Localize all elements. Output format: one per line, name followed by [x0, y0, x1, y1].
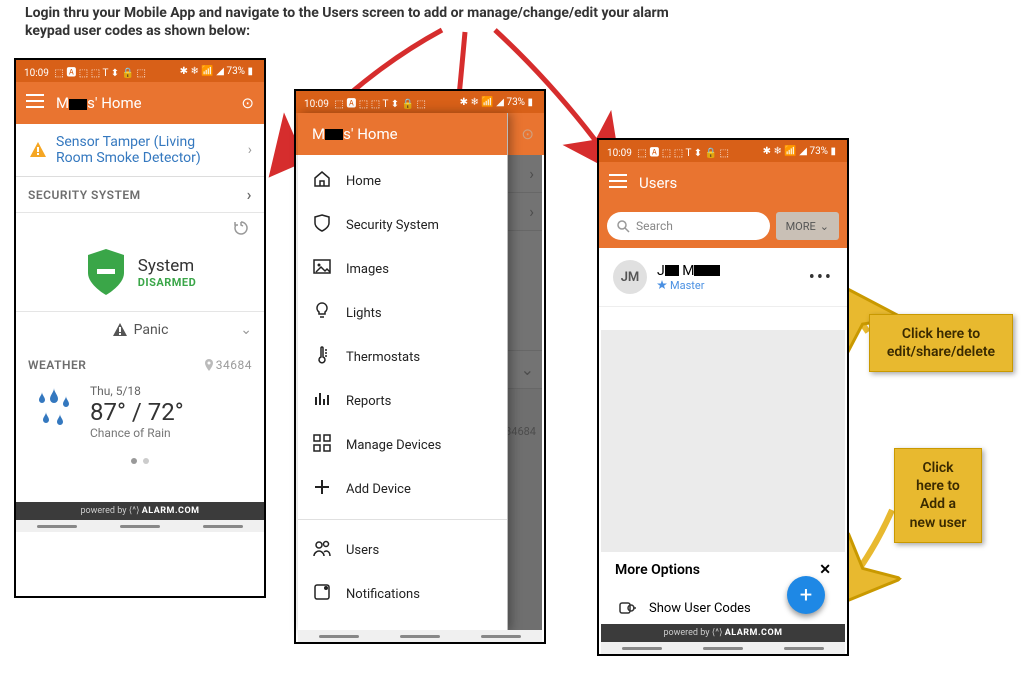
- plus-icon: +: [800, 583, 812, 608]
- menu-item-label: Thermostats: [346, 350, 420, 365]
- menu-item-label: Manage Devices: [346, 438, 441, 453]
- status-bar: 10:09 ⬚ 🅰 ⬚ ⬚ T ⬍ 🔒 ⬚ ✱ ❄ 📶 ◢ 73% ▮: [599, 140, 847, 162]
- rain-icon: [34, 386, 80, 438]
- menu-item-lights[interactable]: Lights: [298, 291, 507, 335]
- menu-item-label: Users: [346, 543, 379, 558]
- menu-item-label: Security System: [346, 218, 439, 233]
- panic-button[interactable]: Panic ⌄: [16, 311, 264, 348]
- menu-item-label: Images: [346, 262, 389, 277]
- menu-item-users[interactable]: Users: [298, 528, 507, 572]
- menu-item-label: Add Device: [346, 482, 411, 497]
- nav-drawer: Ms' Home Home Security System Images Lights…: [298, 113, 508, 631]
- android-nav-bar: [601, 642, 845, 654]
- footer-brand: powered by ⟨^⟩ ALARM.COM: [601, 624, 845, 642]
- menu-item-label: Notifications: [346, 587, 420, 602]
- weather-body: Thu, 5/18 87° / 72° Chance of Rain: [16, 376, 264, 450]
- phone-menu-drawer: 10:09 ⬚ 🅰 ⬚ ⬚ T ⬍ 🔒 ⬚ ✱ ❄ 📶 ◢ 73% ▮ ⊙ › …: [294, 89, 546, 644]
- plus-icon: [312, 477, 332, 501]
- home-icon: [312, 169, 332, 193]
- bulb-icon: [312, 301, 332, 325]
- add-user-fab[interactable]: +: [787, 576, 825, 614]
- location-pin-icon: [204, 359, 214, 371]
- close-icon[interactable]: ✕: [819, 562, 831, 578]
- menu-item-rules[interactable]: Rules: [298, 616, 507, 631]
- weather-header[interactable]: WEATHER 34684: [16, 348, 264, 376]
- shield-disarmed-icon: [84, 247, 128, 297]
- security-system-header[interactable]: SECURITY SYSTEM ›: [16, 177, 264, 213]
- reports-icon: [312, 389, 332, 413]
- key-icon: [619, 600, 637, 616]
- image-icon: [312, 257, 332, 281]
- page-title: Ms' Home: [56, 94, 142, 112]
- search-input[interactable]: Search: [607, 212, 770, 240]
- phone-home: 10:09 ⬚ 🅰 ⬚ ⬚ T ⬍ 🔒 ⬚ ✱ ❄ 📶 ◢ 73% ▮ Ms' …: [14, 58, 266, 598]
- alert-sensor-tamper[interactable]: Sensor Tamper (LivingRoom Smoke Detector…: [16, 124, 264, 177]
- callout-edit-share-delete: Click here to edit/share/delete: [869, 314, 1013, 372]
- shield-icon: [312, 213, 332, 237]
- user-role: Master: [657, 279, 720, 292]
- drawer-title: Ms' Home: [298, 113, 507, 155]
- chevron-right-icon: ›: [248, 142, 252, 158]
- app-bar-users: Users: [599, 162, 847, 204]
- page-title-users: Users: [639, 174, 677, 192]
- menu-item-label: Lights: [346, 306, 382, 321]
- menu-item-reports[interactable]: Reports: [298, 379, 507, 423]
- star-icon: [657, 280, 667, 290]
- chevron-down-icon: ⌄: [240, 322, 252, 338]
- android-nav-bar: [16, 520, 264, 532]
- empty-area: [601, 330, 845, 561]
- menu-item-manage-devices[interactable]: Manage Devices: [298, 423, 507, 467]
- avatar: JM: [613, 260, 647, 294]
- thermo-icon: [312, 345, 332, 369]
- menu-item-images[interactable]: Images: [298, 247, 507, 291]
- footer-brand: powered by ⟨^⟩ ALARM.COM: [16, 502, 264, 520]
- chevron-down-icon: ⌄: [820, 220, 829, 233]
- user-row[interactable]: JM J M Master •••: [599, 248, 847, 307]
- more-options-title: More Options: [615, 562, 700, 578]
- menu-item-add-device[interactable]: Add Device: [298, 467, 507, 511]
- more-button[interactable]: MORE ⌄: [776, 212, 839, 240]
- hamburger-icon[interactable]: [609, 174, 627, 192]
- user-menu-dots-icon[interactable]: •••: [809, 267, 833, 288]
- search-icon: [617, 220, 630, 233]
- system-status-card[interactable]: System DISARMED: [16, 241, 264, 311]
- pager-dots: [16, 450, 264, 472]
- app-bar-home: Ms' Home ⊙: [16, 82, 264, 124]
- hamburger-icon[interactable]: [26, 94, 44, 112]
- android-nav-bar: [298, 630, 542, 642]
- user-name: J M: [657, 263, 720, 279]
- menu-item-home[interactable]: Home: [298, 159, 507, 203]
- search-bar: Search MORE ⌄: [599, 204, 847, 248]
- chevron-right-icon: ›: [247, 185, 252, 204]
- users-icon: [312, 538, 332, 562]
- history-icon[interactable]: [232, 219, 250, 241]
- callout-add-new-user: Click here to Add a new user: [894, 448, 982, 543]
- devices-icon: [312, 433, 332, 457]
- menu-item-label: Reports: [346, 394, 391, 409]
- scenes-icon[interactable]: ⊙: [241, 94, 254, 112]
- bell-icon: [312, 582, 332, 606]
- menu-item-thermostats[interactable]: Thermostats: [298, 335, 507, 379]
- menu-item-label: Home: [346, 174, 381, 189]
- status-bar: 10:09 ⬚ 🅰 ⬚ ⬚ T ⬍ 🔒 ⬚ ✱ ❄ 📶 ◢ 73% ▮: [296, 91, 544, 113]
- intro-text: Login thru your Mobile App and navigate …: [25, 4, 705, 40]
- menu-item-security-system[interactable]: Security System: [298, 203, 507, 247]
- status-bar: 10:09 ⬚ 🅰 ⬚ ⬚ T ⬍ 🔒 ⬚ ✱ ❄ 📶 ◢ 73% ▮: [16, 60, 264, 82]
- phone-users: 10:09 ⬚ 🅰 ⬚ ⬚ T ⬍ 🔒 ⬚ ✱ ❄ 📶 ◢ 73% ▮ User…: [597, 138, 849, 656]
- menu-item-notifications[interactable]: Notifications: [298, 572, 507, 616]
